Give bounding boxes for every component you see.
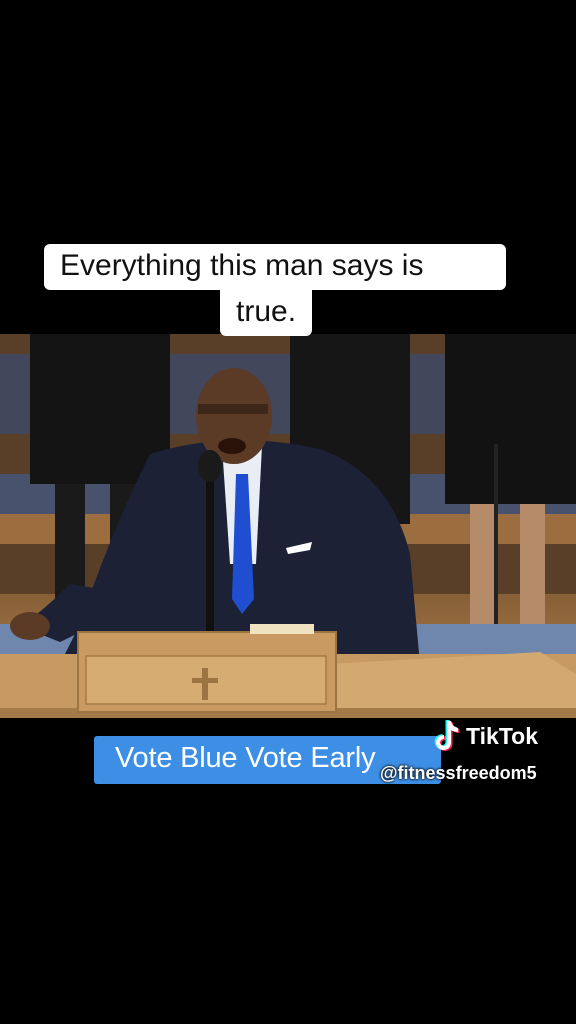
creator-handle[interactable]: @fitnessfreedom5	[380, 763, 537, 784]
tiktok-watermark: TikTok	[430, 716, 538, 756]
tiktok-brand-label: TikTok	[466, 722, 538, 749]
video-frame[interactable]	[0, 334, 576, 718]
bottom-caption-text: Vote Blue Vote Early	[115, 742, 376, 774]
caption-line-1: Everything this man says is	[44, 244, 506, 290]
tiktok-note-icon	[434, 720, 460, 751]
video-scene	[0, 334, 576, 718]
caption-line-2: true.	[220, 290, 313, 336]
